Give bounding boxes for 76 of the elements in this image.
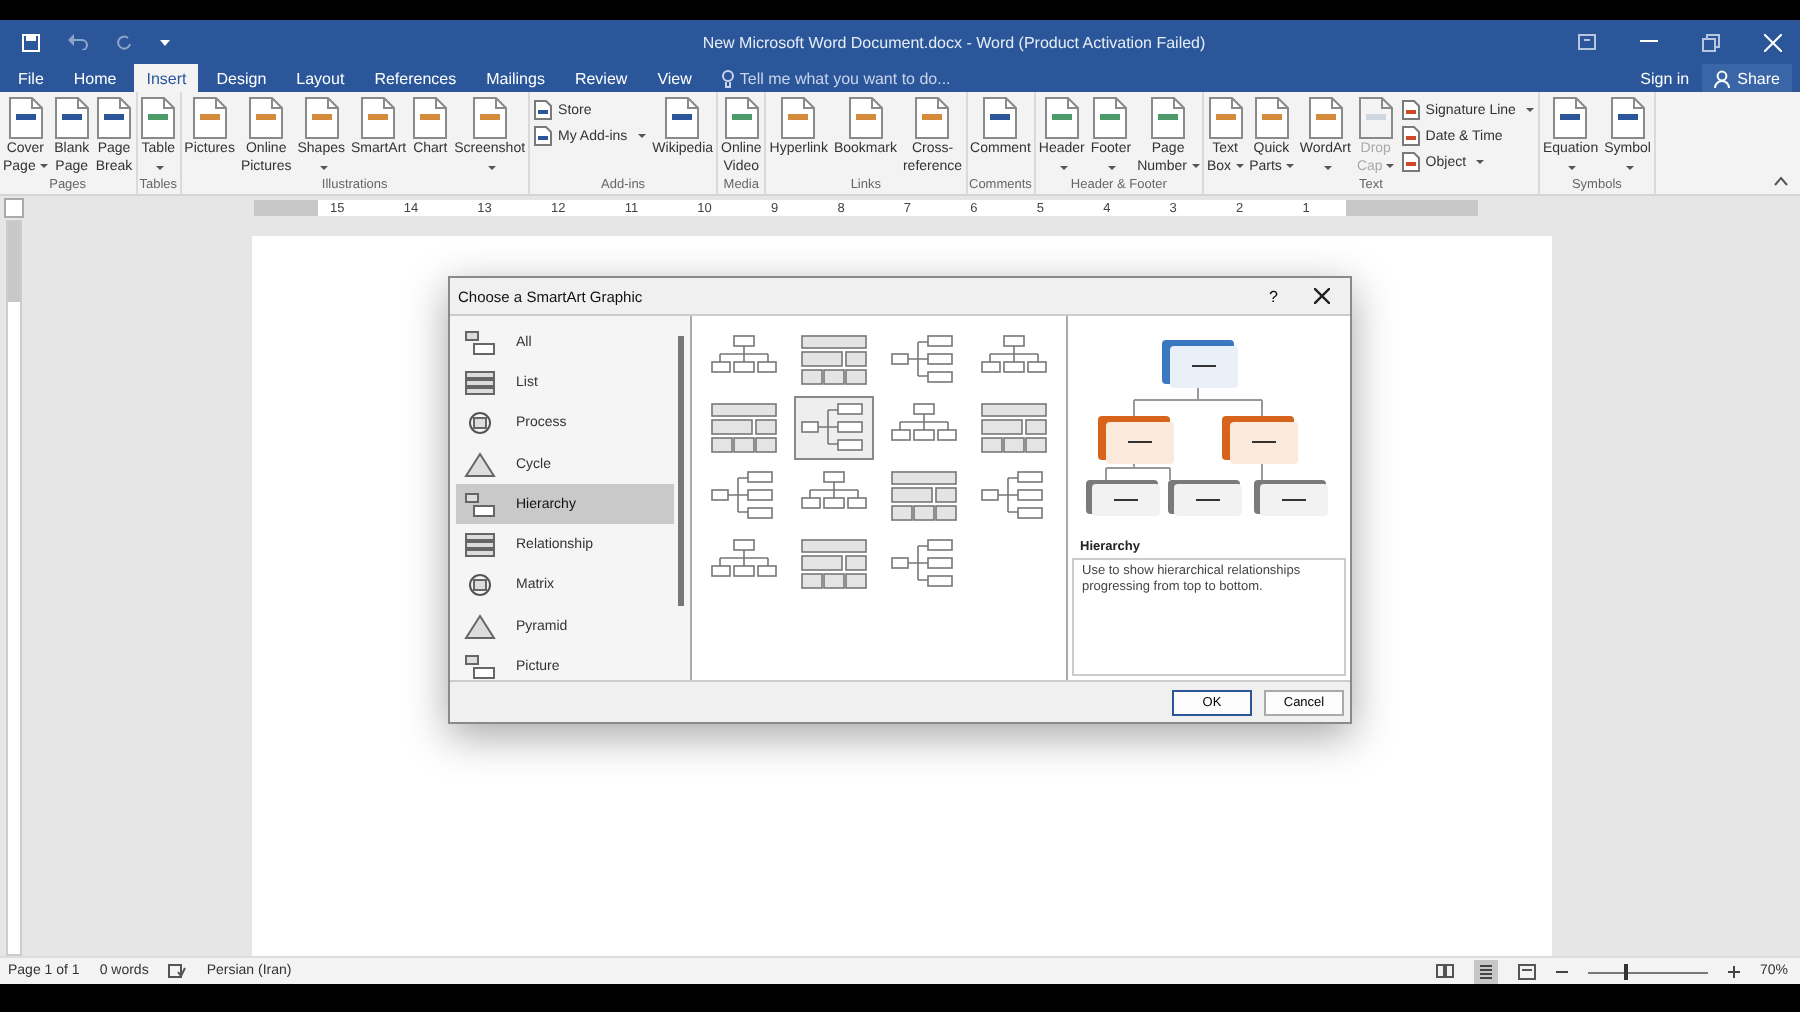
window-title: New Microsoft Word Document.docx - Word (Product Activation Failed) (700, 33, 1208, 51)
caret-icon (156, 165, 165, 169)
caret-icon (1568, 165, 1577, 169)
hierarchy-layout-drawing (710, 470, 778, 522)
caret-icon (1191, 163, 1199, 168)
caret-icon (487, 165, 496, 169)
category-icon (464, 532, 496, 559)
hierarchy-layout-drawing (980, 402, 1048, 454)
category-icon (464, 369, 496, 396)
caret-icon (1285, 163, 1294, 168)
close-icon[interactable] (1314, 288, 1330, 304)
page-icon (1401, 152, 1420, 172)
caret-icon (1525, 108, 1534, 112)
zoom-slider-thumb[interactable] (1624, 963, 1629, 979)
hierarchy-layout-drawing (980, 470, 1048, 522)
redo-icon[interactable] (116, 34, 132, 50)
layout-thumbnail[interactable] (794, 396, 874, 460)
tab-selector[interactable] (4, 198, 24, 218)
caret-icon (39, 163, 48, 168)
page-icon (1401, 126, 1420, 146)
ribbon-tab[interactable]: Layout (284, 64, 357, 92)
collapse-ribbon-icon[interactable] (1774, 176, 1788, 186)
ribbon-display-icon[interactable] (1578, 34, 1596, 50)
caret-icon (1386, 163, 1395, 168)
hierarchy-layout-drawing (710, 402, 778, 454)
undo-icon[interactable] (68, 34, 88, 50)
page-icon (1401, 100, 1420, 120)
hierarchy-layout-drawing (800, 538, 868, 590)
zoom-out-icon[interactable] (1555, 965, 1568, 977)
zoom-in-icon[interactable] (1727, 965, 1740, 977)
page-icon (534, 100, 553, 120)
restore-icon[interactable] (1702, 33, 1720, 51)
save-icon[interactable] (22, 33, 40, 51)
caret-icon (319, 165, 328, 169)
web-layout-icon[interactable] (1517, 963, 1536, 979)
category-icon (464, 491, 496, 518)
print-layout-icon[interactable] (1473, 959, 1498, 983)
ruler-margin (254, 200, 318, 216)
ribbon-tab[interactable]: References (362, 64, 469, 92)
sign-in-link[interactable]: Sign in (1640, 69, 1690, 87)
category-icon (464, 572, 496, 599)
category-icon (464, 410, 496, 437)
category-icon (464, 329, 496, 356)
lightbulb-icon (721, 69, 734, 87)
ribbon-tab[interactable]: Home (61, 64, 129, 92)
ribbon-tab[interactable]: Insert (134, 64, 199, 92)
hierarchy-layout-drawing (800, 334, 868, 386)
help-button[interactable]: ? (1265, 287, 1282, 305)
caret-icon (1476, 160, 1485, 164)
category-icon (464, 613, 496, 640)
tell-me-search[interactable]: Tell me what you want to do... (721, 64, 980, 92)
ribbon-tab[interactable]: Mailings (474, 64, 557, 92)
page-icon (534, 126, 553, 146)
ribbon-tab[interactable]: Review (562, 64, 640, 92)
person-icon (1713, 69, 1732, 87)
proofing-icon[interactable] (168, 964, 187, 978)
category-icon (464, 451, 496, 478)
minimize-icon[interactable] (1640, 40, 1658, 44)
caret-icon (637, 134, 646, 138)
caret-icon (1323, 165, 1332, 169)
ruler-margin (1346, 200, 1478, 216)
ribbon-tab[interactable]: File (6, 64, 56, 92)
caret-icon (1059, 165, 1068, 169)
customize-icon[interactable] (160, 37, 170, 47)
read-mode-icon[interactable] (1435, 964, 1454, 978)
zoom-slider[interactable] (1587, 963, 1708, 979)
hierarchy-layout-drawing (800, 402, 868, 454)
ribbon-tab[interactable]: View (645, 64, 704, 92)
caret-icon (1625, 165, 1634, 169)
ribbon-tab[interactable]: Design (204, 64, 279, 92)
hierarchy-layout-drawing (890, 334, 958, 386)
caret-icon (1108, 165, 1117, 169)
caret-icon (1235, 163, 1244, 168)
hierarchy-layout-drawing (890, 470, 958, 522)
hierarchy-layout-drawing (890, 538, 958, 590)
share-button[interactable]: Share (1701, 64, 1792, 92)
